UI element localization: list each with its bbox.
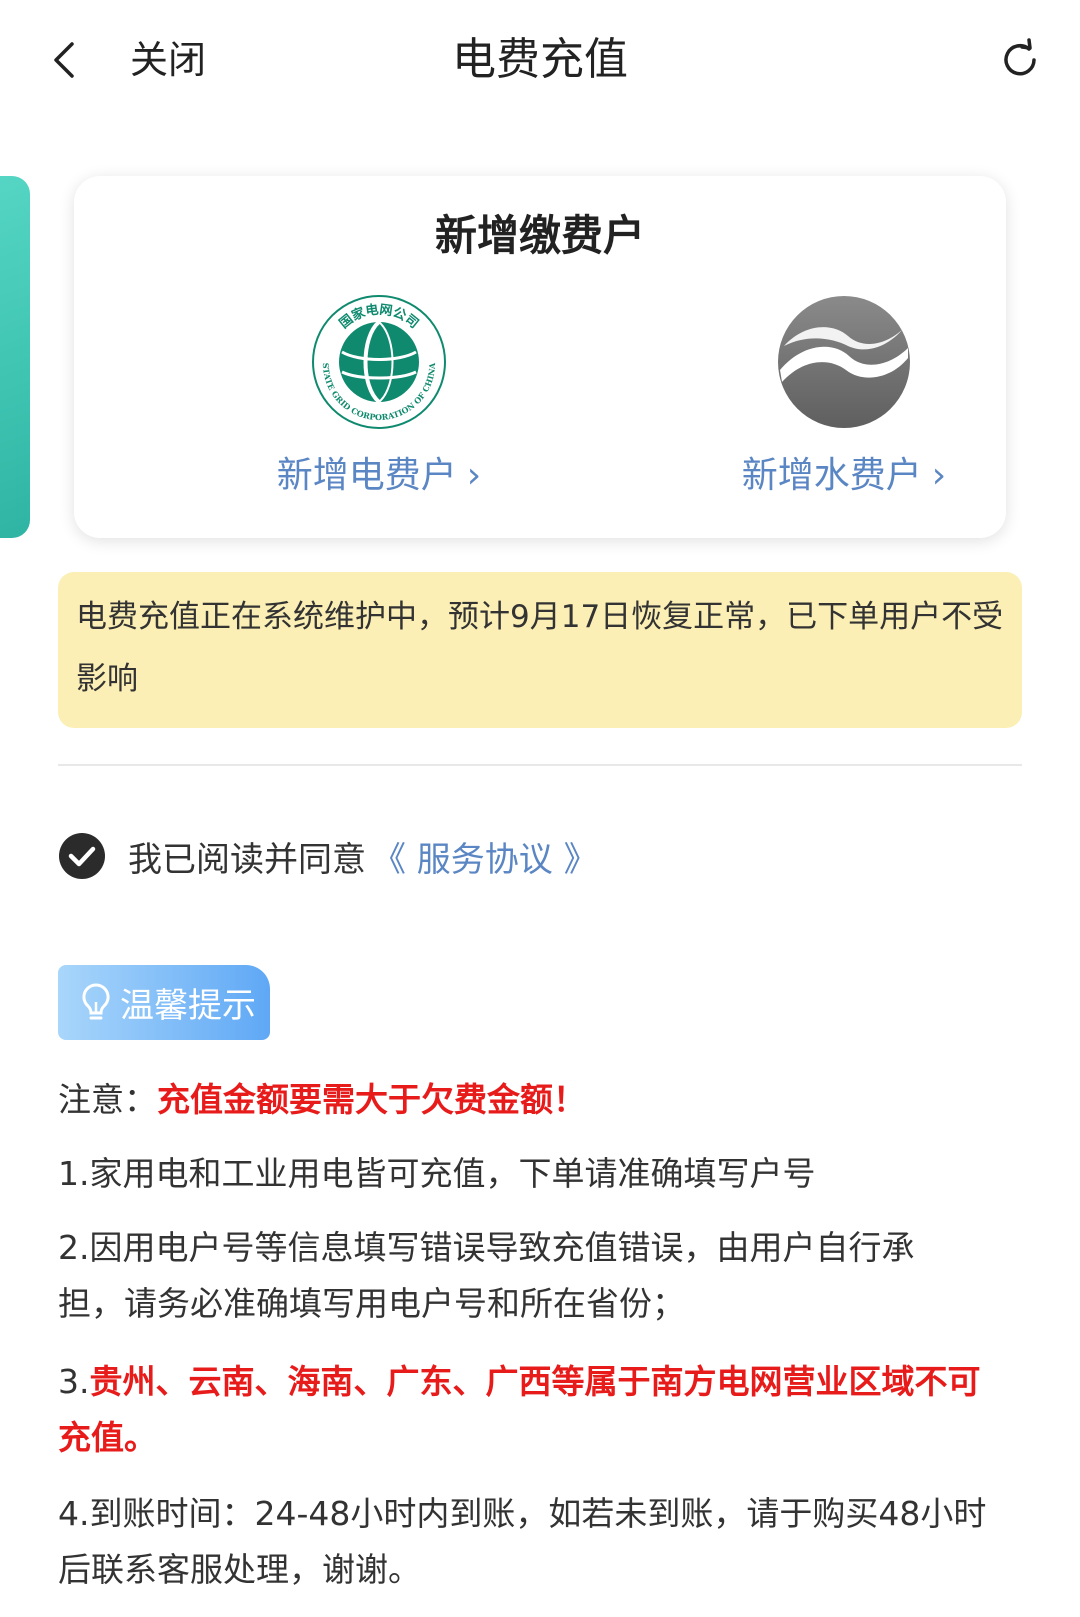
- card-title: 新增缴费户: [434, 211, 645, 260]
- tip-note-prefix: 注意：: [58, 1080, 157, 1119]
- add-water-label: 新增水费户: [741, 455, 922, 496]
- tip-item-4: 4.到账时间：24-48小时内到账，如若未到账，请于购买48小时后联系客服处理，…: [58, 1494, 987, 1589]
- chevron-right-icon: ›: [466, 455, 482, 496]
- add-water-account-button[interactable]: 新增水费户 ›: [664, 292, 1024, 498]
- top-bar: 关闭 电费充值: [0, 0, 1080, 120]
- refresh-icon[interactable]: [998, 38, 1042, 82]
- add-water-account-link[interactable]: 新增水费户 ›: [664, 446, 1024, 498]
- agreement-row: 我已阅读并同意 《 服务协议 》: [58, 826, 598, 886]
- chevron-right-icon: ›: [931, 455, 947, 496]
- tip-item-3: 3.贵州、云南、海南、广东、广西等属于南方电网营业区域不可充值。: [58, 1354, 988, 1466]
- page-title: 电费充值: [452, 34, 628, 85]
- checkmark-circle-icon[interactable]: [58, 832, 106, 880]
- maintenance-notice: 电费充值正在系统维护中，预计9月17日恢复正常，已下单用户不受影响: [58, 572, 1022, 728]
- side-banner-edge[interactable]: [0, 176, 30, 538]
- tips-badge-label: 温馨提示: [120, 986, 256, 1026]
- agreement-text: 我已阅读并同意: [128, 839, 366, 880]
- tip-item-3-highlight: 贵州、云南、海南、广东、广西等属于南方电网营业区域不可充值。: [58, 1362, 981, 1457]
- add-electric-account-link[interactable]: 新增电费户 ›: [199, 446, 559, 498]
- tip-item-1: 1.家用电和工业用电皆可充值，下单请准确填写户号: [58, 1154, 816, 1193]
- tip-note: 注意：充值金额要需大于欠费金额！: [58, 1072, 1022, 1128]
- divider: [58, 764, 1022, 766]
- add-account-card: 新增缴费户 国家电网公司 STATE GRID CORPORATION OF C…: [74, 176, 1006, 538]
- state-grid-logo: 国家电网公司 STATE GRID CORPORATION OF CHINA: [312, 295, 446, 429]
- tips-badge: 温馨提示: [58, 965, 270, 1040]
- tip-note-highlight: 充值金额要需大于欠费金额！: [157, 1080, 586, 1119]
- service-agreement-link[interactable]: 《 服务协议 》: [372, 832, 598, 881]
- tip-item-3-prefix: 3.: [58, 1362, 90, 1401]
- add-electric-label: 新增电费户: [276, 455, 457, 496]
- add-electric-account-button[interactable]: 国家电网公司 STATE GRID CORPORATION OF CHINA 新…: [199, 292, 559, 498]
- lightbulb-icon: [82, 982, 110, 1019]
- water-company-logo: [778, 296, 910, 428]
- tip-item-2: 2.因用电户号等信息填写错误导致充值错误，由用户自行承担，请务必准确填写用电户号…: [58, 1228, 915, 1323]
